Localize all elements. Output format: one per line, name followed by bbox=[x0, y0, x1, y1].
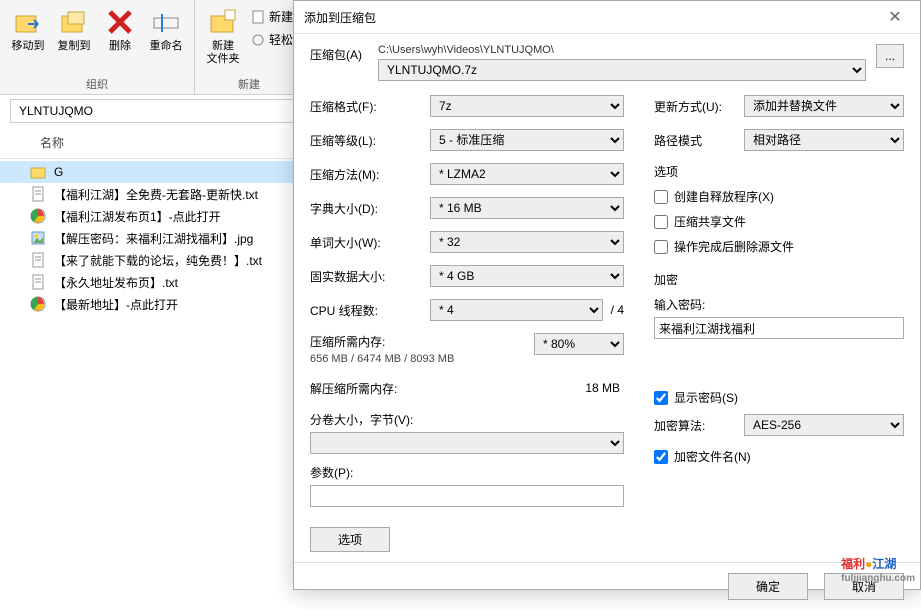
ribbon-group-new: 新建 文件夹 新建 轻松 新建 bbox=[195, 0, 304, 94]
file-name: 【福利江湖】全免费-无套路-更新快.txt bbox=[54, 186, 258, 203]
cpu-label: CPU 线程数: bbox=[310, 302, 430, 319]
options-button[interactable]: 选项 bbox=[310, 527, 390, 552]
format-select[interactable]: 7z bbox=[430, 95, 624, 117]
format-label: 压缩格式(F): bbox=[310, 98, 430, 115]
move-to-label: 移动到 bbox=[12, 40, 45, 53]
archive-path: C:\Users\wyh\Videos\YLNTUJQMO\ bbox=[378, 44, 866, 56]
breadcrumb-text: YLNTUJQMO bbox=[19, 104, 93, 118]
doc-icon bbox=[251, 10, 265, 24]
mem-sub: 656 MB / 6474 MB / 8093 MB bbox=[310, 353, 490, 365]
ok-button[interactable]: 确定 bbox=[728, 573, 808, 600]
move-to-button[interactable]: 移动到 bbox=[6, 4, 50, 55]
archive-name-select[interactable]: YLNTUJQMO.7z bbox=[378, 59, 866, 81]
new-folder-button[interactable]: 新建 文件夹 bbox=[201, 4, 245, 68]
archive-label: 压缩包(A) bbox=[310, 44, 368, 63]
jpg-icon bbox=[30, 230, 46, 246]
options-title: 选项 bbox=[654, 163, 904, 180]
txt-icon bbox=[30, 252, 46, 268]
add-to-archive-dialog: 添加到压缩包 ✕ 压缩包(A) C:\Users\wyh\Videos\YLNT… bbox=[293, 0, 921, 590]
easy-icon bbox=[251, 33, 265, 47]
level-select[interactable]: 5 - 标准压缩 bbox=[430, 129, 624, 151]
copy-to-button[interactable]: 复制到 bbox=[52, 4, 96, 55]
enc-method-select[interactable]: AES-256 bbox=[744, 414, 904, 436]
params-label: 参数(P): bbox=[310, 464, 624, 481]
encrypt-names-checkbox[interactable]: 加密文件名(N) bbox=[654, 448, 904, 465]
rename-icon bbox=[150, 6, 182, 38]
delete-button[interactable]: 删除 bbox=[98, 4, 142, 55]
delete-label: 删除 bbox=[109, 40, 131, 53]
dialog-footer: 确定 取消 bbox=[294, 562, 920, 610]
dialog-titlebar: 添加到压缩包 ✕ bbox=[294, 1, 920, 34]
browse-button[interactable]: ... bbox=[876, 44, 904, 68]
encryption-title: 加密 bbox=[654, 271, 904, 288]
enc-method-label: 加密算法: bbox=[654, 417, 744, 434]
txt-icon bbox=[30, 274, 46, 290]
dialog-title: 添加到压缩包 bbox=[304, 9, 376, 26]
new-folder-label: 新建 文件夹 bbox=[207, 40, 240, 66]
update-label: 更新方式(U): bbox=[654, 98, 744, 115]
pathmode-select[interactable]: 相对路径 bbox=[744, 129, 904, 151]
file-name: 【来了就能下载的论坛，纯免费！】.txt bbox=[54, 252, 262, 269]
folder-arrow-icon bbox=[12, 6, 44, 38]
password-label: 输入密码: bbox=[654, 296, 904, 313]
dict-select[interactable]: * 16 MB bbox=[430, 197, 624, 219]
mem-label: 压缩所需内存: bbox=[310, 333, 430, 350]
method-label: 压缩方法(M): bbox=[310, 166, 430, 183]
solid-select[interactable]: * 4 GB bbox=[430, 265, 624, 287]
show-password-checkbox[interactable]: 显示密码(S) bbox=[654, 389, 904, 406]
file-name: 【福利江湖发布页1】-点此打开 bbox=[54, 208, 221, 225]
password-input[interactable] bbox=[654, 317, 904, 339]
new-item-button[interactable]: 新建 bbox=[251, 8, 293, 25]
sfx-checkbox[interactable]: 创建自释放程序(X) bbox=[654, 188, 904, 205]
group-label-new: 新建 bbox=[238, 74, 260, 92]
easy-access-button[interactable]: 轻松 bbox=[251, 31, 293, 48]
mem-select[interactable]: * 80% bbox=[534, 333, 624, 355]
cpu-max: / 4 bbox=[611, 303, 624, 317]
group-label-organize: 组织 bbox=[86, 74, 108, 92]
params-input[interactable] bbox=[310, 485, 624, 507]
decomp-label: 解压缩所需内存: bbox=[310, 380, 585, 397]
folder-copy-icon bbox=[58, 6, 90, 38]
rename-button[interactable]: 重命名 bbox=[144, 4, 188, 55]
close-icon[interactable]: ✕ bbox=[880, 7, 910, 27]
delete-after-checkbox[interactable]: 操作完成后删除源文件 bbox=[654, 238, 904, 255]
word-select[interactable]: * 32 bbox=[430, 231, 624, 253]
chrome-icon bbox=[30, 208, 46, 224]
file-name: 【永久地址发布页】.txt bbox=[54, 274, 178, 291]
file-name: 【解压密码：来福利江湖找福利】.jpg bbox=[54, 230, 253, 247]
delete-x-icon bbox=[104, 6, 136, 38]
cpu-select[interactable]: * 4 bbox=[430, 299, 603, 321]
word-label: 单词大小(W): bbox=[310, 234, 430, 251]
level-label: 压缩等级(L): bbox=[310, 132, 430, 149]
update-select[interactable]: 添加并替换文件 bbox=[744, 95, 904, 117]
watermark: 福利●江湖 fulijianghu.com bbox=[841, 552, 915, 584]
new-folder-icon bbox=[207, 6, 239, 38]
pathmode-label: 路径模式 bbox=[654, 132, 744, 149]
file-name: G bbox=[54, 165, 63, 179]
txt-icon bbox=[30, 186, 46, 202]
ribbon-group-organize: 移动到 复制到 删除 重命名 组织 bbox=[0, 0, 195, 94]
copy-to-label: 复制到 bbox=[58, 40, 91, 53]
split-label: 分卷大小，字节(V): bbox=[310, 411, 624, 428]
method-select[interactable]: * LZMA2 bbox=[430, 163, 624, 185]
dict-label: 字典大小(D): bbox=[310, 200, 430, 217]
solid-label: 固实数据大小: bbox=[310, 268, 430, 285]
decomp-value: 18 MB bbox=[585, 381, 624, 395]
folder-icon bbox=[30, 164, 46, 180]
share-checkbox[interactable]: 压缩共享文件 bbox=[654, 213, 904, 230]
chrome-icon bbox=[30, 296, 46, 312]
file-name: 【最新地址】-点此打开 bbox=[54, 296, 178, 313]
split-select[interactable] bbox=[310, 432, 624, 454]
rename-label: 重命名 bbox=[150, 40, 183, 53]
